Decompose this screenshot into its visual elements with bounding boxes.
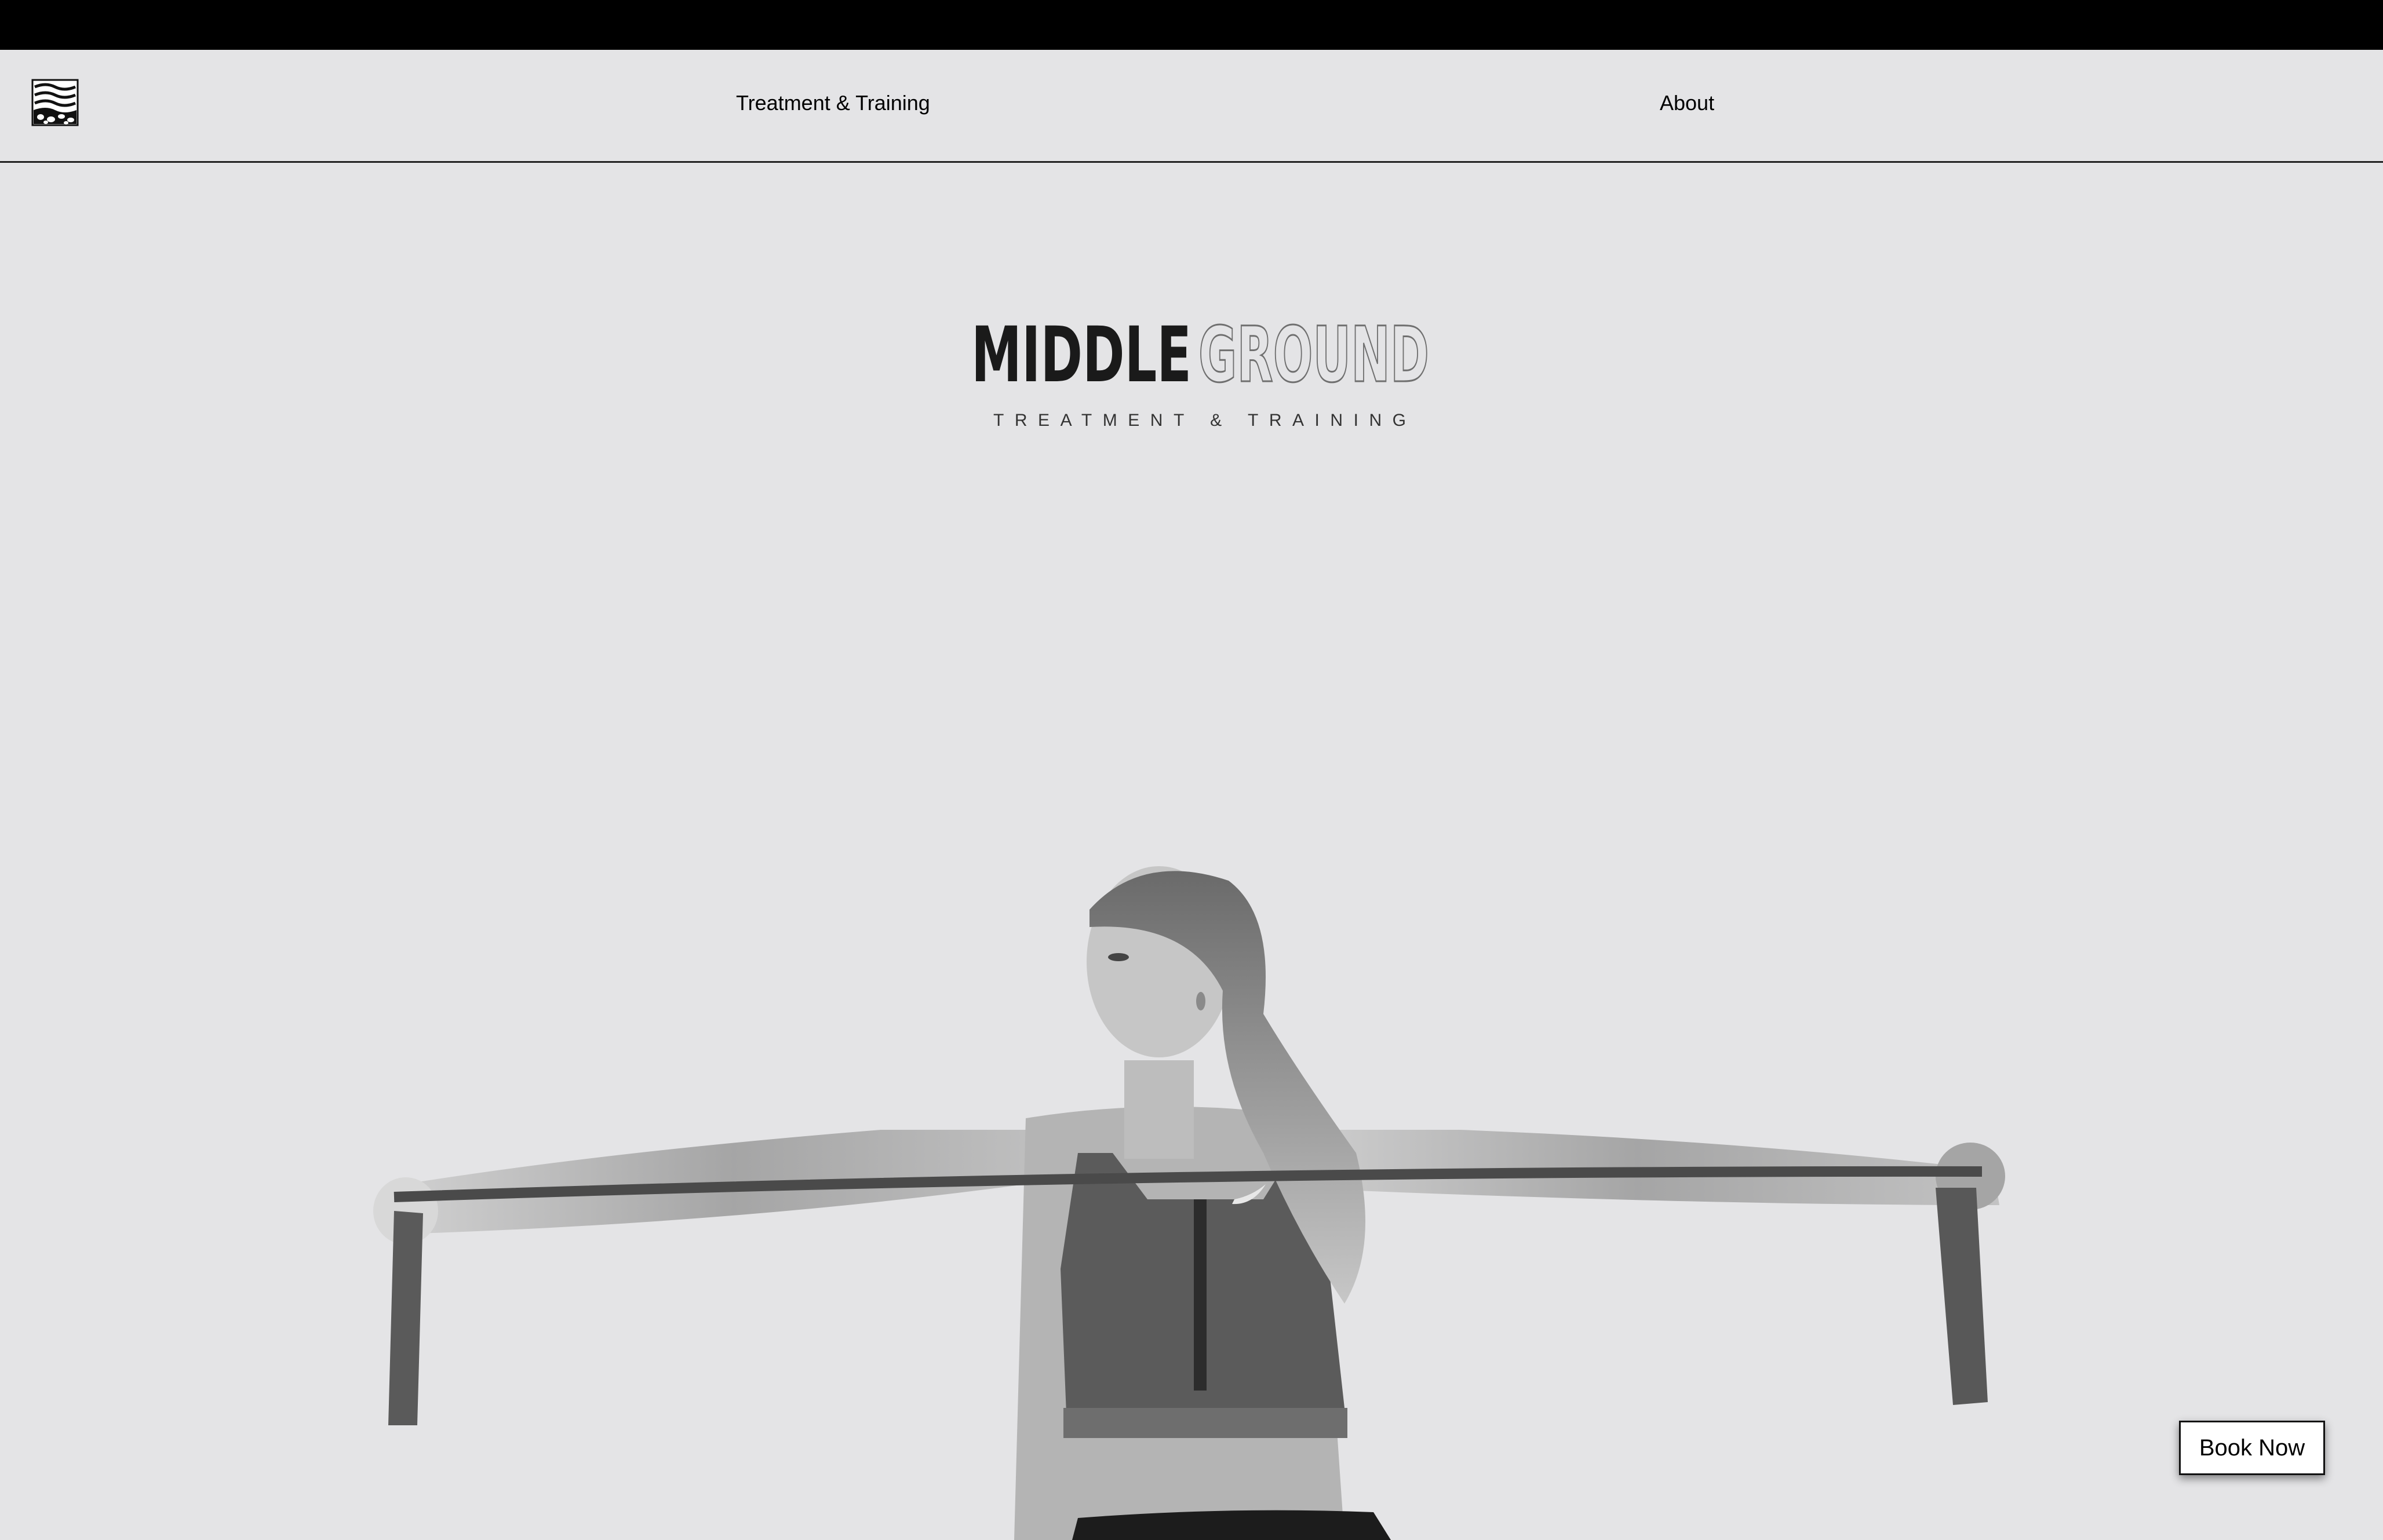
brand-logo-word-outline: GROUND <box>1198 311 1429 400</box>
nav-link-treatment-training[interactable]: Treatment & Training <box>736 90 930 116</box>
book-now-button[interactable]: Book Now <box>2179 1421 2325 1475</box>
brand-logo: MIDDLE GROUND TREATMENT & TRAINING <box>971 310 1430 430</box>
site-header: Treatment & Training About <box>0 50 2383 163</box>
waves-pebbles-logo-icon[interactable] <box>31 79 79 126</box>
athlete-resistance-band-photo <box>373 866 2005 1540</box>
brand-logo-word-solid: MIDDLE <box>971 311 1192 400</box>
brand-tagline: TREATMENT & TRAINING <box>993 411 1406 430</box>
nav-link-about[interactable]: About <box>1660 90 1714 116</box>
top-bar <box>0 0 2383 50</box>
